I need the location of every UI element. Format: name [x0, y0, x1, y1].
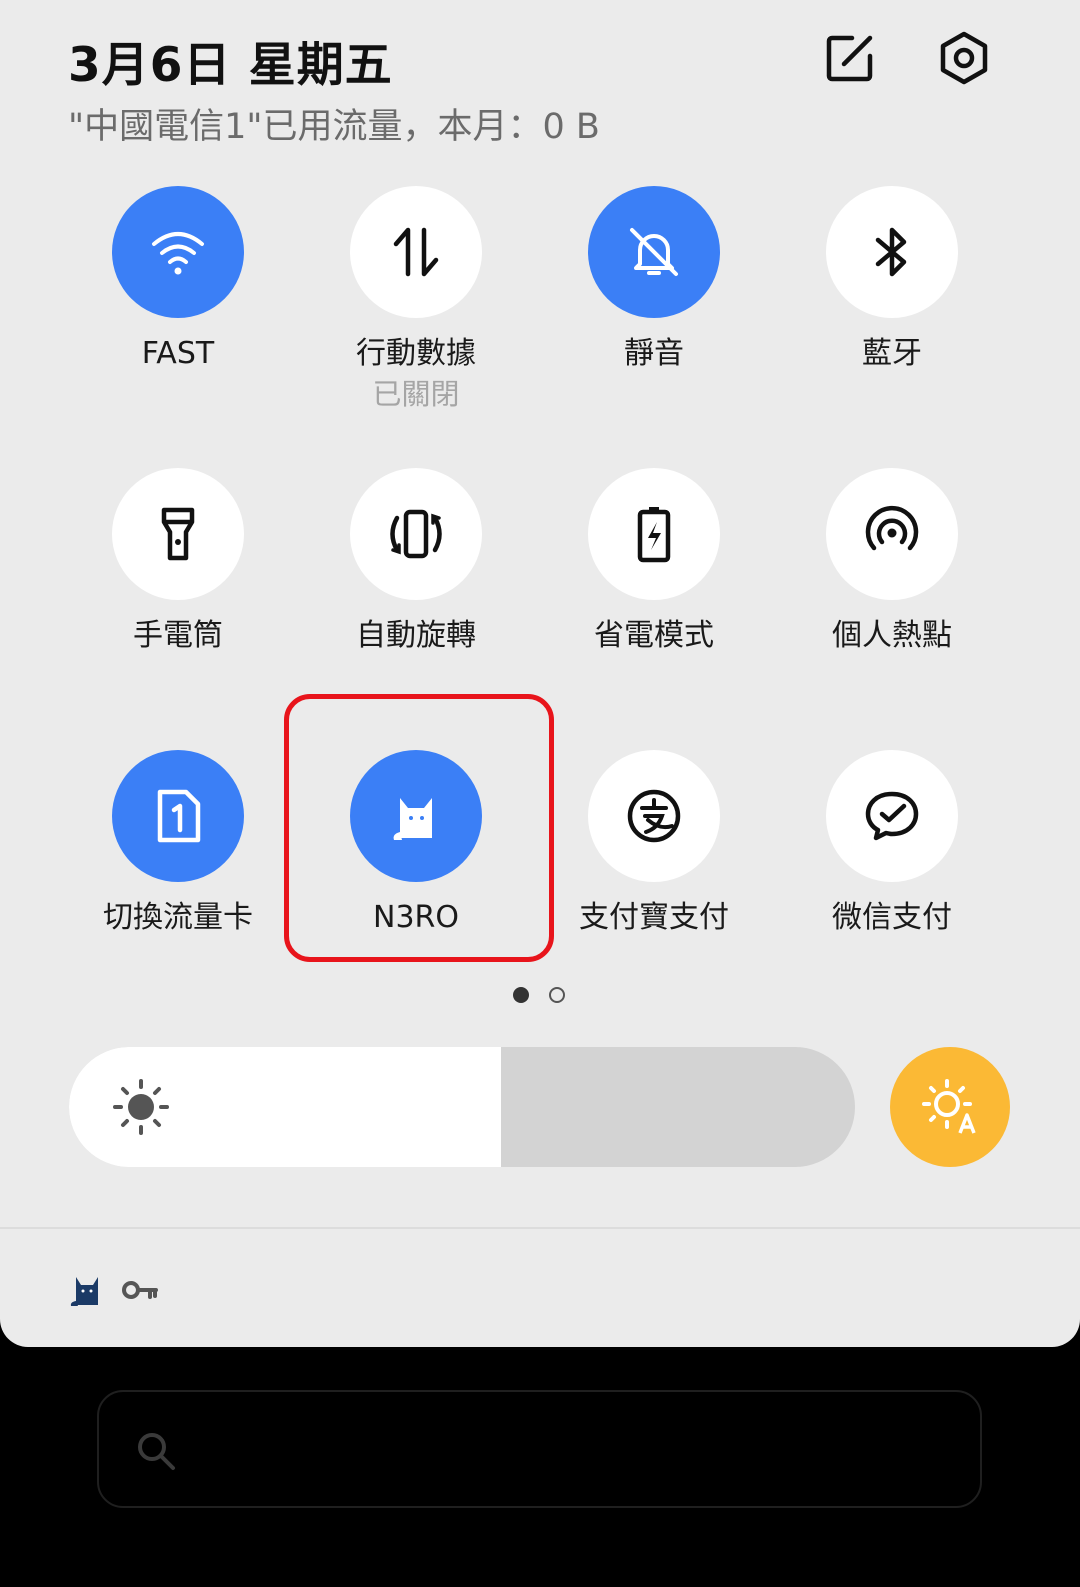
tile-label: 靜音 [624, 336, 684, 371]
quick-settings-panel: 3月6日 星期五 "中國電信1"已用流量，本月：0 B FAST 行動數據 已關… [0, 0, 1080, 1347]
hotspot-toggle[interactable] [826, 468, 958, 600]
flashlight-icon [161, 507, 195, 561]
bluetooth-icon [875, 227, 907, 277]
tile-wifi[interactable]: FAST [58, 186, 298, 374]
tile-wechat-pay[interactable]: 微信支付 [772, 750, 1012, 938]
tile-label: 藍牙 [862, 336, 922, 371]
tile-mobile-data[interactable]: 行動數據 已關閉 [296, 186, 536, 414]
tile-label: 微信支付 [832, 900, 952, 935]
wifi-toggle[interactable] [112, 186, 244, 318]
alipay-toggle[interactable] [588, 750, 720, 882]
tile-label: 行動數據 [356, 336, 476, 371]
edit-icon[interactable] [822, 30, 878, 86]
tile-battery-saver[interactable]: 省電模式 [534, 468, 774, 656]
key-icon [122, 1281, 158, 1299]
tile-label: 自動旋轉 [356, 618, 476, 653]
switch-sim-toggle[interactable] [112, 750, 244, 882]
page-indicator-inactive[interactable] [549, 987, 565, 1003]
sim-card-icon [157, 789, 201, 843]
auto-rotate-toggle[interactable] [350, 468, 482, 600]
tile-label: 手電筒 [133, 618, 223, 653]
brightness-slider[interactable] [69, 1047, 855, 1167]
tile-alipay[interactable]: 支付寶支付 [534, 750, 774, 938]
tile-hotspot[interactable]: 個人熱點 [772, 468, 1012, 656]
tile-status: 已關閉 [372, 377, 460, 411]
auto-rotate-icon [390, 509, 442, 559]
tile-bluetooth[interactable]: 藍牙 [772, 186, 1012, 374]
battery-saver-toggle[interactable] [588, 468, 720, 600]
date-label: 3月6日 星期五 [68, 38, 393, 93]
wechat-pay-toggle[interactable] [826, 750, 958, 882]
tile-label: 個人熱點 [832, 618, 952, 653]
wifi-icon [152, 232, 204, 275]
search-input[interactable] [97, 1390, 982, 1508]
tile-flashlight[interactable]: 手電筒 [58, 468, 298, 656]
status-icons-row [68, 1270, 158, 1310]
mobile-data-icon [393, 227, 439, 277]
battery-saver-icon [637, 507, 671, 563]
divider [0, 1227, 1080, 1229]
tile-label: 切換流量卡 [103, 900, 253, 935]
highlight-box [284, 694, 554, 962]
tile-label: FAST [141, 336, 215, 371]
auto-brightness-icon [922, 1079, 976, 1134]
tile-label: 省電模式 [594, 618, 714, 653]
hotspot-icon [865, 505, 919, 551]
tile-switch-sim[interactable]: 切換流量卡 [58, 750, 298, 938]
mute-toggle[interactable] [588, 186, 720, 318]
tile-auto-rotate[interactable]: 自動旋轉 [296, 468, 536, 656]
gear-icon[interactable] [936, 30, 992, 86]
data-usage-label: "中國電信1"已用流量，本月：0 B [68, 107, 600, 147]
search-icon [138, 1433, 175, 1470]
mute-bell-icon [630, 228, 678, 276]
alipay-icon [627, 789, 681, 843]
wechat-pay-icon [865, 791, 919, 841]
tile-mute[interactable]: 靜音 [534, 186, 774, 374]
bluetooth-toggle[interactable] [826, 186, 958, 318]
cat-icon [70, 1277, 98, 1306]
page-indicator-active[interactable] [513, 987, 529, 1003]
mobile-data-toggle[interactable] [350, 186, 482, 318]
sun-icon [113, 1079, 169, 1135]
auto-brightness-button[interactable] [890, 1047, 1010, 1167]
flashlight-toggle[interactable] [112, 468, 244, 600]
tile-label: 支付寶支付 [579, 900, 729, 935]
